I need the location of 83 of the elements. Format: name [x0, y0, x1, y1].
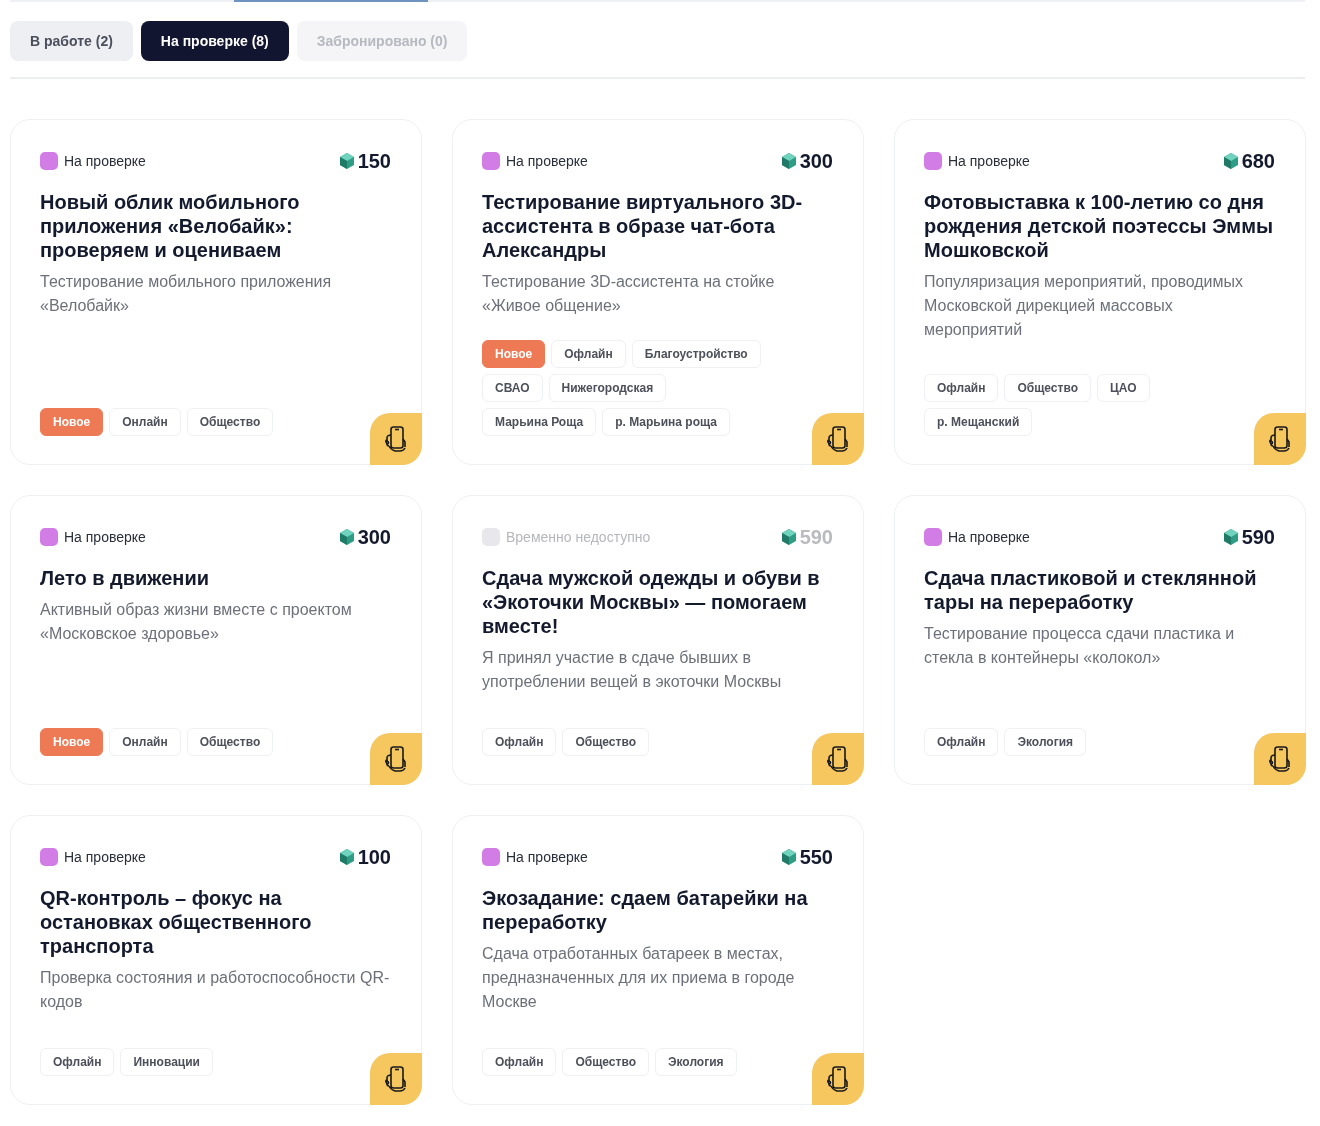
hand-phone-icon: [1268, 425, 1292, 453]
task-card[interactable]: На проверке 590 Сдача пластиковой и стеклянной тары на переработку Тестирование процесса сдачи пластика и стекла в контейнеры «колокол» Офлайн Экология: [894, 495, 1306, 785]
new-badge: Новое: [40, 408, 104, 436]
category-tag: Общество: [562, 728, 649, 756]
gem-icon: [1223, 529, 1238, 545]
status-label: На проверке: [948, 529, 1030, 545]
gem-icon: [339, 529, 354, 545]
status-label: На проверке: [948, 153, 1030, 169]
task-card[interactable]: [894, 119, 1306, 465]
hand-phone-icon: [384, 745, 408, 773]
hand-phone-icon: [1268, 745, 1292, 773]
task-card[interactable]: На проверке 150 Новый облик мобильного приложения «Велобайк»: проверяем и оцениваем Тестирование мобильного приложения «Велобайк» Новое Онлайн Общество: [10, 119, 422, 465]
category-tag: р. Марьина роща: [602, 408, 730, 436]
points-value: 680: [1241, 149, 1275, 173]
points-value: 550: [799, 845, 833, 869]
gem-icon: [781, 153, 796, 169]
new-badge: Новое: [40, 728, 104, 756]
status-label: На проверке: [64, 153, 146, 169]
category-tag: Офлайн: [482, 1048, 557, 1076]
points-value: 100: [357, 845, 391, 869]
card-description: Я принял участие в сдаче бывших в употреблении вещей в экоточки Москвы: [482, 648, 783, 692]
status-label: На проверке: [64, 849, 146, 865]
gem-icon: [781, 529, 796, 545]
points-value: 590: [1241, 525, 1275, 549]
category-tag: Общество: [1004, 374, 1091, 402]
category-tag: Общество: [186, 728, 274, 756]
category-tag: Инновации: [120, 1048, 213, 1076]
task-card[interactable]: [452, 119, 864, 465]
hand-phone-icon: [826, 425, 850, 453]
category-tag: Общество: [186, 408, 274, 436]
status-label: Временно недоступно: [506, 529, 651, 545]
filter-tab[interactable]: На проверке (8): [140, 21, 289, 61]
category-tag: Нижегородская: [548, 374, 667, 402]
card-description: Популяризация мероприятий, проводимых Московской дирекцией массовых мероприятий: [924, 272, 1245, 340]
card-title: Лето в движении: [40, 566, 211, 590]
card-description: Тестирование мобильного приложения «Велобайк»: [40, 272, 333, 316]
task-card[interactable]: На проверке 100 QR-контроль – фокус на остановках общественного транспорта Проверка состояния и работоспособности QR-кодов Офлайн Инновации: [10, 815, 422, 1105]
hand-phone-icon: [384, 1065, 408, 1093]
category-tag: Экология: [654, 1048, 737, 1076]
card-title: QR-контроль – фокус на остановках общественного транспорта: [40, 886, 313, 958]
card-description: Проверка состояния и работоспособности QR-кодов: [40, 968, 391, 1012]
new-badge: Новое: [482, 340, 546, 368]
card-description: Активный образ жизни вместе с проектом «Московское здоровье»: [40, 600, 353, 644]
category-tag: Благоустройство: [631, 340, 761, 368]
filter-tab[interactable]: В работе (2): [10, 21, 133, 61]
card-title: Тестирование виртуального 3D-ассистента в образе чат-бота Александры: [482, 190, 804, 262]
points-value: 300: [357, 525, 391, 549]
card-title: Сдача пластиковой и стеклянной тары на переработку: [924, 566, 1258, 614]
points-value: 590: [799, 525, 833, 549]
status-label: На проверке: [506, 153, 588, 169]
card-description: Сдача отработанных батареек в местах, предназначенных для их приема в городе Москве: [482, 944, 796, 1012]
category-tag: Марьина Роща: [482, 408, 597, 436]
category-tag: ЦАО: [1096, 374, 1150, 402]
task-card[interactable]: На проверке 550 Экозадание: сдаем батарейки на переработку Сдача отработанных батареек в местах, предназначенных для их приема в городе Москве Офлайн Общество Экология: [452, 815, 864, 1105]
card-title: Экозадание: сдаем батарейки на переработку: [482, 886, 809, 934]
category-tag: р. Мещанский: [924, 408, 1033, 436]
card-title: Новый облик мобильного приложения «Велобайк»: проверяем и оцениваем: [40, 190, 301, 262]
category-tag: Общество: [562, 1048, 649, 1076]
hand-phone-icon: [384, 425, 408, 453]
category-tag: Офлайн: [40, 1048, 115, 1076]
gem-icon: [781, 849, 796, 865]
hand-phone-icon: [826, 1065, 850, 1093]
hand-phone-icon: [826, 745, 850, 773]
category-tag: Экология: [1004, 728, 1087, 756]
card-title: Фотовыставка к 100-летию со дня рождения детской поэтессы Эммы Мошковской: [924, 190, 1275, 262]
category-tag: Офлайн: [482, 728, 557, 756]
card-description: Тестирование 3D-ассистента на стойке «Живое общение»: [482, 272, 776, 316]
category-tag: Онлайн: [109, 728, 181, 756]
status-label: На проверке: [506, 849, 588, 865]
points-value: 150: [357, 149, 391, 173]
category-tag: СВАО: [482, 374, 543, 402]
category-tag: Офлайн: [924, 728, 999, 756]
gem-icon: [1223, 153, 1238, 169]
status-label: На проверке: [64, 529, 146, 545]
gem-icon: [339, 153, 354, 169]
category-tag: Офлайн: [551, 340, 626, 368]
card-title: Сдача мужской одежды и обуви в «Экоточки Москвы» — помогаем вместе!: [482, 566, 821, 638]
category-tag: Офлайн: [924, 374, 999, 402]
card-description: Тестирование процесса сдачи пластика и стекла в контейнеры «колокол»: [924, 624, 1236, 668]
task-card[interactable]: На проверке 300 Лето в движении Активный образ жизни вместе с проектом «Московское здоровье» Новое Онлайн Общество: [10, 495, 422, 785]
points-value: 300: [799, 149, 833, 173]
category-tag: Онлайн: [109, 408, 181, 436]
gem-icon: [339, 849, 354, 865]
